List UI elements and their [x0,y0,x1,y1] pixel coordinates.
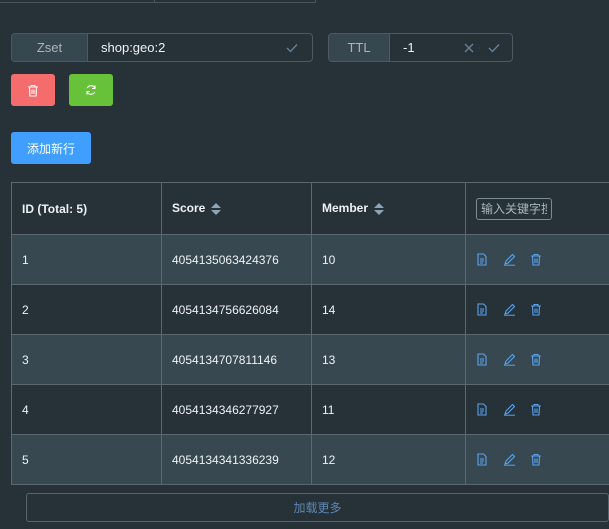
delete-key-button[interactable] [11,74,55,106]
cell-id: 4 [11,384,162,435]
header-search [465,182,609,235]
ttl-input[interactable]: -1 [390,34,464,61]
zset-table: ID (Total: 5) Score Member 1405413506342… [11,182,609,485]
table-row: 5 4054134341336239 12 [11,434,609,485]
document-icon[interactable] [476,302,490,317]
row-actions [476,252,601,267]
zset-key-field: Zset shop:geo:2 [11,33,313,62]
cell-actions [465,334,609,385]
cell-member: 10 [311,234,466,285]
refresh-button[interactable] [69,74,113,106]
trash-icon[interactable] [530,353,544,367]
table-row: 2 4054134756626084 14 [11,284,609,335]
ttl-field: TTL -1 [328,33,513,62]
table-header-row: ID (Total: 5) Score Member [11,182,609,235]
cell-score: 4054134756626084 [161,284,312,335]
cell-member: 11 [311,384,466,435]
document-icon[interactable] [476,352,490,367]
header-score-label: Score [172,201,206,216]
cell-actions [465,284,609,335]
edit-icon[interactable] [503,453,517,467]
zset-confirm-icon[interactable] [286,34,312,61]
ttl-confirm-icon[interactable] [488,34,512,61]
load-more-button[interactable]: 加载更多 [26,493,609,522]
cell-score: 4054134707811146 [161,334,312,385]
cell-score: 4054134341336239 [161,434,312,485]
cell-score: 4054135063424376 [161,234,312,285]
refresh-icon [85,84,97,96]
row-actions [476,452,601,467]
row-actions [476,302,601,317]
trash-icon[interactable] [530,403,544,417]
trash-icon[interactable] [530,253,544,267]
trash-icon [27,84,39,97]
cell-actions [465,434,609,485]
cell-id: 3 [11,334,162,385]
row-actions [476,402,601,417]
cell-member: 14 [311,284,466,335]
top-tab-strip [0,0,316,3]
search-input[interactable] [476,197,552,220]
tab-edge-left [0,0,154,3]
cell-id: 2 [11,284,162,335]
cell-id: 5 [11,434,162,485]
cell-actions [465,384,609,435]
document-icon[interactable] [476,452,490,467]
table-row: 3 4054134707811146 13 [11,334,609,385]
zset-key-input[interactable]: shop:geo:2 [88,34,286,61]
header-id: ID (Total: 5) [11,182,162,235]
cell-score: 4054134346277927 [161,384,312,435]
cell-actions [465,234,609,285]
edit-icon[interactable] [503,253,517,267]
tab-edge-right [154,0,316,3]
trash-icon[interactable] [530,453,544,467]
sort-icon[interactable] [211,202,222,216]
header-id-label: ID (Total: 5) [22,201,88,216]
header-score[interactable]: Score [161,182,312,235]
cell-member: 12 [311,434,466,485]
ttl-clear-icon[interactable] [464,34,488,61]
zset-label: Zset [12,34,88,61]
trash-icon[interactable] [530,303,544,317]
table-row: 4 4054134346277927 11 [11,384,609,435]
document-icon[interactable] [476,252,490,267]
row-actions [476,352,601,367]
sort-icon[interactable] [374,202,385,216]
table-row: 1 4054135063424376 10 [11,234,609,285]
header-member[interactable]: Member [311,182,466,235]
edit-icon[interactable] [503,353,517,367]
add-new-row-button[interactable]: 添加新行 [11,132,91,164]
cell-member: 13 [311,334,466,385]
document-icon[interactable] [476,402,490,417]
header-member-label: Member [322,201,369,216]
edit-icon[interactable] [503,303,517,317]
ttl-label: TTL [329,34,390,61]
edit-icon[interactable] [503,403,517,417]
cell-id: 1 [11,234,162,285]
